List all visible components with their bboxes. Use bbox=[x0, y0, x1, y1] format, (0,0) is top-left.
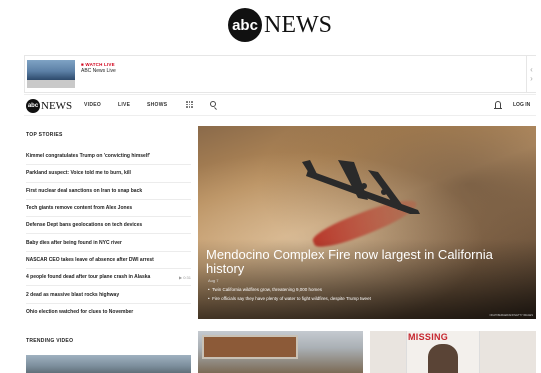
watch-live-label: ■ WATCH LIVE bbox=[81, 62, 115, 67]
photo-credit: NOAH BERGER/AFP/GETTY IMAGES bbox=[489, 314, 533, 317]
live-thumbnail[interactable] bbox=[27, 60, 75, 88]
trending-video-thumbnail[interactable] bbox=[26, 355, 191, 373]
hero-story[interactable]: Mendocino Complex Fire now largest in Ca… bbox=[198, 126, 536, 319]
abc-logo-mark: abc bbox=[228, 8, 262, 42]
trending-video-heading: TRENDING VIDEO bbox=[26, 338, 74, 344]
missing-poster-text: MISSING bbox=[408, 332, 449, 342]
hero-bullet-link[interactable]: • Fire officials say they have plenty of… bbox=[208, 296, 371, 301]
news-wordmark: NEWS bbox=[41, 100, 73, 112]
story-card-image[interactable] bbox=[198, 331, 363, 373]
search-icon[interactable] bbox=[210, 101, 216, 107]
news-wordmark: NEWS bbox=[264, 11, 332, 38]
story-link[interactable]: NASCAR CEO takes leave of absence after … bbox=[26, 252, 191, 270]
story-link[interactable]: Tech giants remove content from Alex Jon… bbox=[26, 200, 191, 218]
watch-live-banner[interactable]: ■ WATCH LIVE ABC News Live ‹ › bbox=[24, 55, 536, 93]
grid-icon[interactable] bbox=[186, 101, 193, 108]
live-stream-title[interactable]: ABC News Live bbox=[81, 68, 116, 74]
nav-logo[interactable]: abc NEWS bbox=[26, 99, 72, 113]
hero-headline[interactable]: Mendocino Complex Fire now largest in Ca… bbox=[206, 248, 526, 276]
chevron-left-icon[interactable]: ‹ bbox=[530, 65, 533, 74]
story-link[interactable]: First nuclear deal sanctions on Iran to … bbox=[26, 183, 191, 200]
video-duration: ▶ 0:31 bbox=[179, 274, 191, 280]
story-link[interactable]: Baby dies after being found in NYC river bbox=[26, 234, 191, 252]
hero-date: Aug 7 bbox=[208, 278, 219, 283]
plane-icon bbox=[302, 160, 420, 214]
hero-bullet-link[interactable]: • Twin California wildfires grow, threat… bbox=[208, 287, 322, 292]
card-image-detail bbox=[202, 335, 298, 359]
bell-icon[interactable] bbox=[494, 101, 502, 109]
top-stories-heading: TOP STORIES bbox=[26, 132, 63, 138]
card-image-face bbox=[428, 344, 458, 373]
nav-live[interactable]: LIVE bbox=[118, 102, 130, 108]
story-card-image[interactable]: MISSING bbox=[370, 331, 536, 373]
nav-video[interactable]: VIDEO bbox=[84, 102, 101, 108]
chevron-right-icon[interactable]: › bbox=[530, 74, 533, 83]
story-link[interactable]: Ohio election watched for clues to Novem… bbox=[26, 304, 191, 321]
abc-logo-mark: abc bbox=[26, 99, 40, 113]
story-link[interactable]: 2 dead as massive blast rocks highway bbox=[26, 286, 191, 304]
story-link[interactable]: Parkland suspect: Voice told me to burn,… bbox=[26, 165, 191, 183]
nav-shows[interactable]: SHOWS bbox=[147, 102, 167, 108]
top-stories-list: Kimmel congratulates Trump on 'convictin… bbox=[26, 148, 191, 321]
abc-news-logo[interactable]: abc NEWS bbox=[228, 6, 332, 44]
main-nav: abc NEWS VIDEO LIVE SHOWS LOG IN bbox=[24, 94, 536, 116]
story-link[interactable]: 4 people found dead after tour plane cra… bbox=[26, 269, 191, 287]
banner-arrows[interactable]: ‹ › bbox=[526, 56, 536, 92]
story-link[interactable]: Kimmel congratulates Trump on 'convictin… bbox=[26, 148, 191, 166]
story-link[interactable]: Defense Dept bans geolocations on tech d… bbox=[26, 217, 191, 235]
login-link[interactable]: LOG IN bbox=[513, 102, 530, 108]
